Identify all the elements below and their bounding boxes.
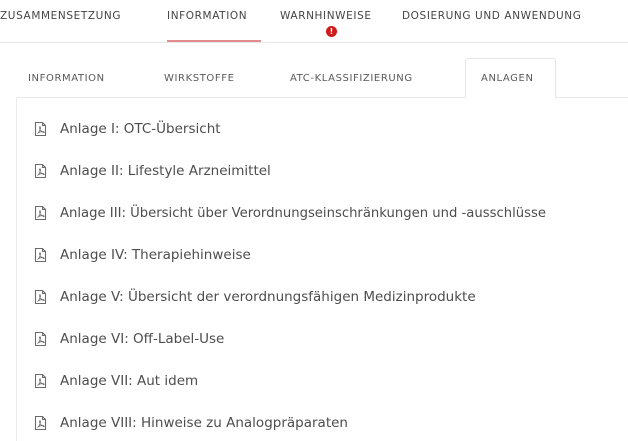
top-tab-bar: ZUSAMMENSETZUNG INFORMATION WARNHINWEISE… — [0, 0, 628, 43]
anlage-link-viii[interactable]: Anlage VIII: Hinweise zu Analogpräparate… — [33, 413, 348, 433]
anlage-label: Anlage II: Lifestyle Arzneimittel — [60, 163, 271, 179]
pdf-icon — [34, 163, 47, 179]
pdf-icon — [34, 289, 47, 305]
anlage-link-vii[interactable]: Anlage VII: Aut idem — [33, 371, 198, 391]
pdf-icon — [34, 415, 47, 431]
subtab-atc-klassifizierung[interactable]: ATC-KLASSIFIZIERUNG — [290, 73, 413, 84]
tab-warnhinweise[interactable]: WARNHINWEISE — [280, 10, 372, 22]
panel-border-top-right — [556, 97, 628, 98]
subtab-information[interactable]: INFORMATION — [28, 73, 105, 84]
pdf-icon — [34, 247, 47, 263]
pdf-icon — [34, 121, 47, 137]
anlage-link-i[interactable]: Anlage I: OTC-Übersicht — [33, 119, 221, 139]
anlage-link-vi[interactable]: Anlage VI: Off-Label-Use — [33, 329, 224, 349]
anlage-label: Anlage VII: Aut idem — [60, 373, 199, 389]
anlage-label: Anlage VIII: Hinweise zu Analogpräparate… — [60, 415, 348, 431]
active-tab-indicator — [167, 40, 261, 42]
tab-zusammensetzung[interactable]: ZUSAMMENSETZUNG — [0, 10, 121, 22]
panel-border-left — [16, 98, 17, 441]
anlage-link-v[interactable]: Anlage V: Übersicht der verordnungsfähig… — [33, 287, 476, 307]
subtab-wirkstoffe[interactable]: WIRKSTOFFE — [164, 73, 235, 84]
pdf-icon — [34, 373, 47, 389]
anlage-link-ii[interactable]: Anlage II: Lifestyle Arzneimittel — [33, 161, 271, 181]
tab-information[interactable]: INFORMATION — [167, 10, 247, 22]
anlage-label: Anlage IV: Therapiehinweise — [60, 247, 251, 263]
panel-border-top — [16, 97, 465, 98]
anlage-label: Anlage III: Übersicht über Verordnungsei… — [60, 205, 546, 221]
anlage-label: Anlage I: OTC-Übersicht — [60, 121, 221, 137]
pdf-icon — [34, 205, 47, 221]
tab-dosierung-und-anwendung[interactable]: DOSIERUNG UND ANWENDUNG — [402, 10, 582, 22]
anlage-link-iii[interactable]: Anlage III: Übersicht über Verordnungsei… — [33, 203, 546, 223]
anlage-label: Anlage VI: Off-Label-Use — [60, 331, 225, 347]
warning-badge-icon: ! — [326, 26, 337, 37]
pdf-icon — [34, 331, 47, 347]
anlage-label: Anlage V: Übersicht der verordnungsfähig… — [60, 289, 476, 305]
sub-tab-bar: INFORMATION WIRKSTOFFE ATC-KLASSIFIZIERU… — [0, 58, 628, 98]
subtab-anlagen[interactable]: ANLAGEN — [481, 73, 534, 84]
anlage-link-iv[interactable]: Anlage IV: Therapiehinweise — [33, 245, 251, 265]
